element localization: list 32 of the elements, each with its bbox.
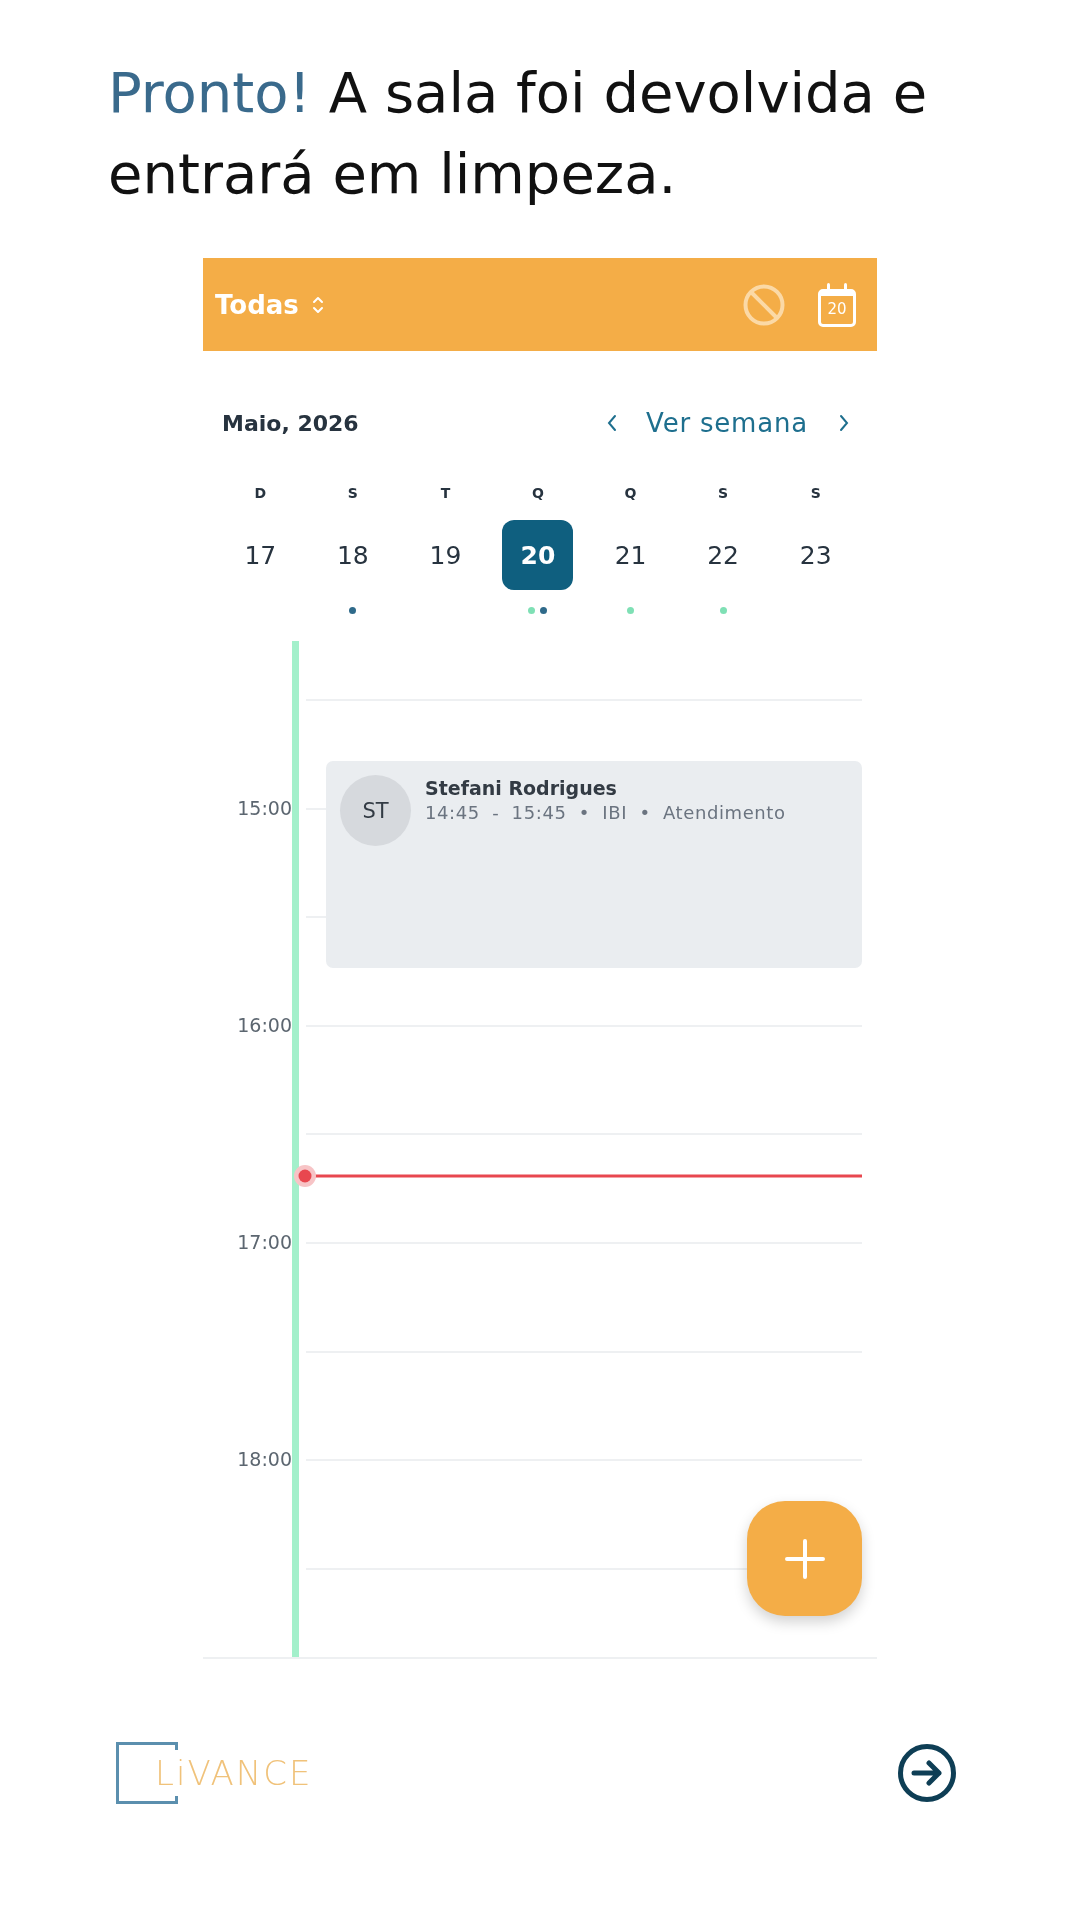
weekday-label: D — [254, 484, 267, 503]
event-card[interactable]: ST Stefani Rodrigues 14:45 - 15:45 • IBI • Atendimento — [326, 761, 862, 968]
hour-label: 18:00 — [237, 1447, 292, 1472]
plus-icon — [784, 1538, 825, 1579]
weekday-label: Q — [532, 484, 544, 503]
weekday-label: S — [718, 484, 729, 503]
headline-message: Pronto! A sala foi devolvida e entrará em limpeza. — [108, 59, 929, 208]
date-button[interactable]: 21 — [595, 520, 667, 590]
chevron-up-down-icon — [310, 294, 325, 315]
hour-label: 15:00 — [237, 795, 292, 820]
hour-label: 16:00 — [237, 1012, 292, 1037]
date-button[interactable]: 18 — [317, 520, 389, 590]
event-title: Stefani Rodrigues — [425, 777, 618, 799]
weekday-label: S — [810, 484, 821, 503]
weekday-label: S — [347, 484, 358, 503]
date-button[interactable]: 20 — [502, 520, 574, 590]
month-label: Maio, 2026 — [222, 410, 359, 436]
chevron-left-icon[interactable] — [606, 414, 619, 432]
arrow-right-circle-icon — [898, 1744, 956, 1802]
event-details: 14:45 - 15:45 • IBI • Atendimento — [425, 802, 786, 823]
logo-text: LiVANCE — [155, 1753, 313, 1793]
date-button[interactable]: 22 — [687, 520, 759, 590]
date-button[interactable]: 23 — [780, 520, 852, 590]
avatar-initials: ST — [340, 775, 411, 846]
week-view-link[interactable]: Ver semana — [646, 408, 808, 438]
next-button[interactable] — [898, 1744, 956, 1802]
date-button[interactable]: 19 — [409, 520, 481, 590]
chevron-right-icon[interactable] — [838, 414, 850, 432]
weekday-label: Q — [624, 484, 637, 503]
hour-label: 17:00 — [237, 1229, 292, 1254]
weekday-label: T — [440, 484, 451, 503]
date-button[interactable]: 17 — [224, 520, 296, 590]
